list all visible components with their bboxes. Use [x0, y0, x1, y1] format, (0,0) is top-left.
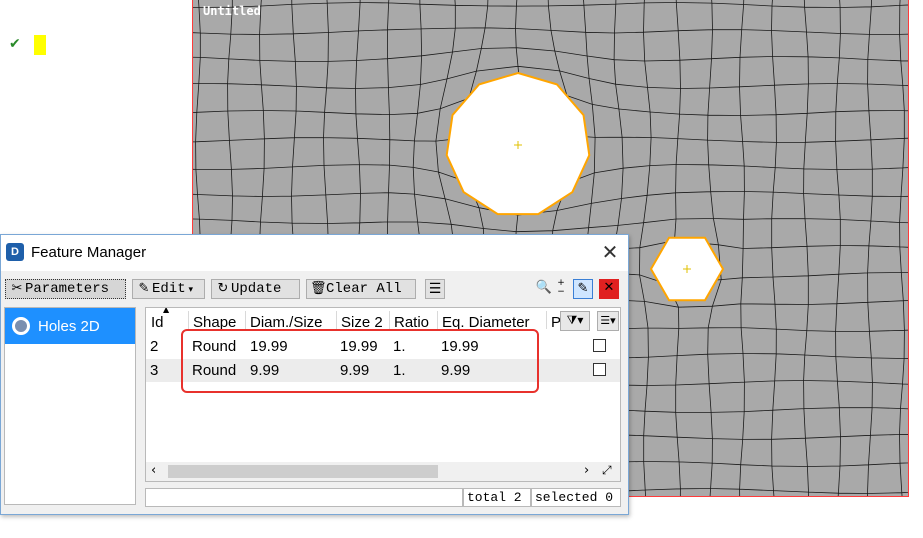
column-divider [188, 311, 189, 329]
column-divider [336, 311, 337, 329]
delete-mark-icon[interactable]: ✕ [599, 279, 619, 299]
chevron-down-icon: ▾ [185, 285, 193, 295]
dialog-toolbar: ✂ Parameters ✎ Edit ▾ ↻ Update 🗑Clear All ☰… [1, 279, 628, 301]
column-divider [546, 311, 547, 329]
zoom-stepper-icon[interactable]: + − [554, 279, 568, 299]
app-logo-icon: D [6, 243, 24, 261]
zoom-icon[interactable]: 🔍 [534, 279, 554, 299]
pencil-icon: ✎ [138, 281, 150, 296]
column-chooser-icon[interactable]: ☰▾ [597, 311, 619, 331]
update-label: Update [231, 281, 282, 297]
scissors-icon: ✂ [11, 281, 23, 296]
highlight-icon[interactable]: ✎ [573, 279, 593, 299]
cell-id: 3 [150, 362, 159, 379]
cell-id: 2 [150, 338, 159, 355]
hole-icon [12, 317, 30, 335]
status-selected: selected 0 [531, 488, 621, 507]
clear-all-button[interactable]: 🗑Clear All [306, 279, 416, 299]
update-button[interactable]: ↻ Update [211, 279, 300, 299]
column-divider [437, 311, 438, 329]
edit-button[interactable]: ✎ Edit ▾ [132, 279, 205, 299]
close-icon[interactable]: ✕ [598, 239, 622, 265]
annotation-highlight [181, 329, 539, 393]
menu-icon[interactable]: ☰ [425, 279, 445, 299]
clear-all-label: Clear All [326, 281, 402, 297]
scroll-right-icon[interactable]: › [584, 463, 589, 478]
row-checkbox[interactable] [593, 339, 606, 352]
edit-label: Edit [152, 281, 186, 297]
scrollbar-thumb[interactable] [168, 465, 438, 478]
viewport-border-right [908, 0, 909, 497]
viewport-title: Untitled [203, 4, 261, 18]
feature-type-list: Holes 2D [4, 307, 136, 505]
dialog-title: Feature Manager [31, 244, 147, 261]
refresh-icon: ↻ [217, 281, 229, 296]
parameters-button[interactable]: ✂ Parameters [5, 279, 126, 299]
yellow-marker [34, 35, 46, 55]
sort-up-icon: ▲ [163, 307, 170, 314]
parameters-label: Parameters [25, 281, 110, 297]
scroll-left-icon[interactable]: ‹ [151, 463, 156, 478]
checkmark-icon: ✔ [9, 36, 21, 52]
expand-icon[interactable]: ⤢ [602, 463, 612, 478]
status-message [145, 488, 463, 507]
sidebar-item-label: Holes 2D [38, 318, 100, 335]
horizontal-scrollbar[interactable]: ‹ › ⤢ [146, 462, 620, 481]
column-header-id[interactable]: Id [151, 314, 164, 331]
status-bar: total 2 selected 0 [145, 488, 621, 507]
status-total: total 2 [463, 488, 531, 507]
column-divider [245, 311, 246, 329]
dialog-titlebar[interactable]: D Feature Manager ✕ [1, 235, 628, 271]
filter-icon[interactable]: ⧩▾ [560, 311, 590, 331]
column-divider [389, 311, 390, 329]
sidebar-item-holes-2d[interactable]: Holes 2D [5, 308, 135, 344]
row-checkbox[interactable] [593, 363, 606, 376]
trash-icon: 🗑 [310, 281, 327, 296]
table-header: Id ▲ Shape Diam./Size Size 2 Ratio Eq. D… [146, 307, 620, 331]
